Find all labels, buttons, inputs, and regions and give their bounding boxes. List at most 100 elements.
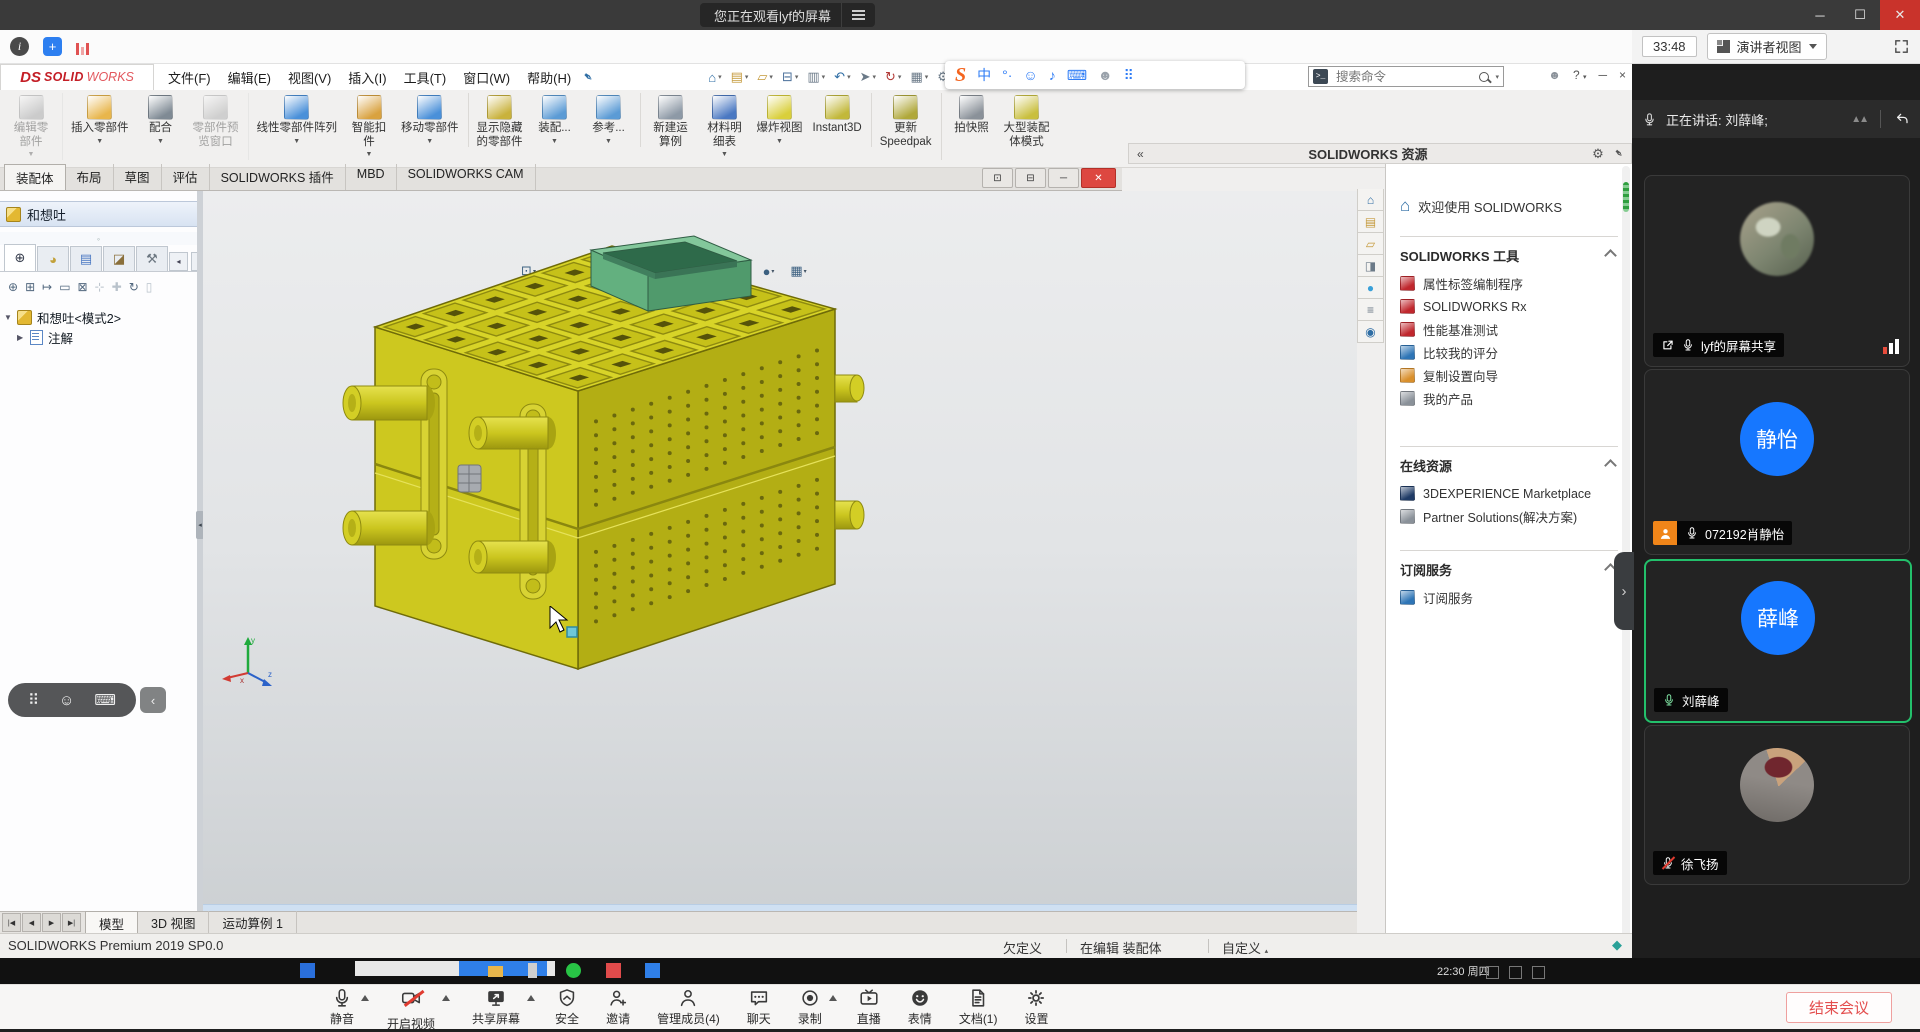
save-icon[interactable]: ⊟▾: [782, 69, 798, 85]
commandmanager-tab[interactable]: 布局: [66, 164, 114, 190]
tab-left-icon[interactable]: ◂: [169, 252, 188, 271]
mute-button[interactable]: 静音: [330, 987, 354, 1032]
phone-icon[interactable]: [528, 963, 537, 978]
toolbox-collapse-icon[interactable]: ‹: [140, 687, 166, 713]
menu-item[interactable]: 文件(F): [168, 68, 211, 87]
reply-arrow-icon[interactable]: [1894, 111, 1910, 127]
add-show-icon[interactable]: ⊹: [95, 280, 105, 294]
pin-menubar-icon[interactable]: ✒: [580, 68, 597, 85]
commandmanager-tab[interactable]: 装配体: [4, 164, 66, 190]
minimize-button[interactable]: ─: [1800, 0, 1840, 30]
doc-restore-icon[interactable]: ⊡: [982, 168, 1013, 188]
command-button[interactable]: 爆炸视图 ▼: [752, 93, 808, 147]
help-button[interactable]: ? ▾: [1573, 68, 1587, 82]
taskpane-item[interactable]: Partner Solutions(解决方案): [1400, 505, 1618, 528]
customize-status[interactable]: 自定义 ▴: [1222, 938, 1268, 957]
taskpane-item[interactable]: 性能基准测试: [1400, 318, 1618, 341]
show-hide-icon[interactable]: ✚: [112, 280, 122, 294]
document-tab[interactable]: 3D 视图: [138, 911, 209, 935]
command-button[interactable]: 编辑零 部件 ▼: [4, 93, 63, 160]
command-button[interactable]: 新建运 算例 ▼: [644, 93, 698, 160]
taskbar-app-icon[interactable]: [606, 963, 621, 978]
undo-icon[interactable]: ↶▾: [834, 69, 850, 85]
taskbar-app-icon[interactable]: [300, 963, 315, 978]
participant-tile-lyf[interactable]: lyf的屏幕共享: [1644, 175, 1910, 367]
home-icon[interactable]: ⌂: [1357, 189, 1384, 211]
home-icon[interactable]: ⌂▾: [708, 70, 721, 85]
tree-display-icon[interactable]: ▯: [146, 280, 153, 294]
start-video-button[interactable]: 开启视频: [387, 987, 435, 1032]
chat-button[interactable]: 聊天: [747, 987, 771, 1032]
file-explorer-icon[interactable]: ▱: [1357, 233, 1384, 255]
voice-icon[interactable]: ♪: [1049, 67, 1056, 83]
toolbox-icon[interactable]: ⠿: [1124, 67, 1134, 84]
commandmanager-tab[interactable]: 草图: [114, 164, 162, 190]
menu-item[interactable]: 工具(T): [404, 68, 447, 87]
design-library-icon[interactable]: ▤: [1357, 211, 1384, 233]
whiteboard-icon[interactable]: ⌨: [94, 691, 116, 709]
document-tab[interactable]: 模型: [85, 911, 138, 935]
emoji-icon[interactable]: ☺: [1023, 67, 1037, 83]
lang-zh-icon[interactable]: 中: [977, 65, 991, 85]
command-button[interactable]: Instant3D ▼: [808, 93, 872, 147]
expander-icon[interactable]: ▼: [4, 313, 12, 322]
command-button[interactable]: 配合 ▼: [134, 93, 188, 147]
command-button[interactable]: 智能扣 件 ▼: [342, 93, 396, 160]
emoji-icon[interactable]: ☺: [59, 692, 74, 709]
commandmanager-tab[interactable]: SOLIDWORKS 插件: [210, 164, 346, 190]
doc-minimize-icon[interactable]: ⊟: [1015, 168, 1046, 188]
configurationmanager-tab[interactable]: ▤: [70, 246, 102, 271]
menu-item[interactable]: 插入(I): [348, 68, 386, 87]
propertymanager-tab[interactable]: ◕: [37, 246, 69, 271]
search-input[interactable]: [1334, 69, 1473, 85]
taskpane-item[interactable]: SOLIDWORKS Rx: [1400, 295, 1618, 318]
info-icon[interactable]: i: [10, 37, 29, 56]
rebuild-icon[interactable]: ↻▾: [885, 69, 901, 85]
prev-tab-icon[interactable]: ◀: [22, 913, 41, 932]
gear-icon[interactable]: ⚙: [1592, 146, 1604, 162]
last-tab-icon[interactable]: ▶|: [62, 913, 81, 932]
command-button[interactable]: 零部件预 览窗口 ▼: [188, 93, 249, 160]
live-button[interactable]: 直播: [857, 987, 881, 1032]
tree-annotations-item[interactable]: ▶ 注解: [4, 327, 194, 347]
expander-icon[interactable]: ▶: [17, 333, 25, 342]
invite-button[interactable]: 邀请: [606, 987, 630, 1032]
collapse-taskpane-icon[interactable]: «: [1137, 147, 1144, 161]
print-icon[interactable]: ▥▾: [807, 69, 825, 85]
share-screen-button[interactable]: 共享屏幕: [472, 987, 520, 1032]
search-icon[interactable]: [1479, 72, 1489, 82]
document-tab[interactable]: 运动算例 1: [209, 911, 296, 935]
participant-tile-liuxuefeng[interactable]: 薛峰 刘薛峰: [1644, 559, 1912, 723]
next-tab-icon[interactable]: ▶: [42, 913, 61, 932]
doc-close-icon[interactable]: ✕: [1081, 168, 1116, 188]
rollback-icon[interactable]: ↻: [129, 280, 139, 294]
menu-item[interactable]: 帮助(H): [527, 68, 571, 87]
menu-item[interactable]: 编辑(E): [228, 68, 271, 87]
record-button[interactable]: 录制: [798, 987, 822, 1032]
command-button[interactable]: 装配... ▼: [528, 93, 582, 147]
graphics-viewport[interactable]: ⊡▾⊞▾↶▾◪▾△▾▣▾◫▾◉▾●▾▦▾: [203, 191, 1357, 975]
pattern-icon[interactable]: ⊞: [25, 280, 35, 294]
documents-button[interactable]: 文档(1): [959, 987, 998, 1032]
commandmanager-tab[interactable]: MBD: [346, 164, 397, 190]
manage-members-button[interactable]: 管理成员(4): [657, 987, 720, 1032]
apps-grid-icon[interactable]: ⠿: [28, 691, 39, 709]
maximize-button[interactable]: ☐: [1840, 0, 1880, 30]
command-button[interactable]: 参考... ▼: [582, 93, 641, 147]
hamburger-menu-icon[interactable]: [841, 3, 875, 27]
custom-properties-icon[interactable]: ≡: [1357, 299, 1384, 321]
welcome-link[interactable]: ⌂ 欢迎使用 SOLIDWORKS: [1400, 196, 1618, 216]
doc-min2-icon[interactable]: ─: [1048, 168, 1079, 188]
settings-button[interactable]: 设置: [1024, 987, 1048, 1032]
command-button[interactable]: 线性零部件阵列 ▼: [252, 93, 343, 147]
forum-icon[interactable]: ◉: [1357, 321, 1384, 343]
displaymanager-tab[interactable]: ⚒: [136, 246, 168, 271]
view-palette-icon[interactable]: ◨: [1357, 255, 1384, 277]
keyboard-icon[interactable]: ⌨: [1067, 67, 1087, 84]
menu-item[interactable]: 视图(V): [288, 68, 331, 87]
security-button[interactable]: 安全: [555, 987, 579, 1032]
participant-tile-xufeiyang[interactable]: 徐飞扬: [1644, 725, 1910, 885]
first-tab-icon[interactable]: |◀: [2, 913, 21, 932]
commandmanager-tab[interactable]: 评估: [162, 164, 210, 190]
filter-icon[interactable]: ⊕: [8, 280, 18, 294]
